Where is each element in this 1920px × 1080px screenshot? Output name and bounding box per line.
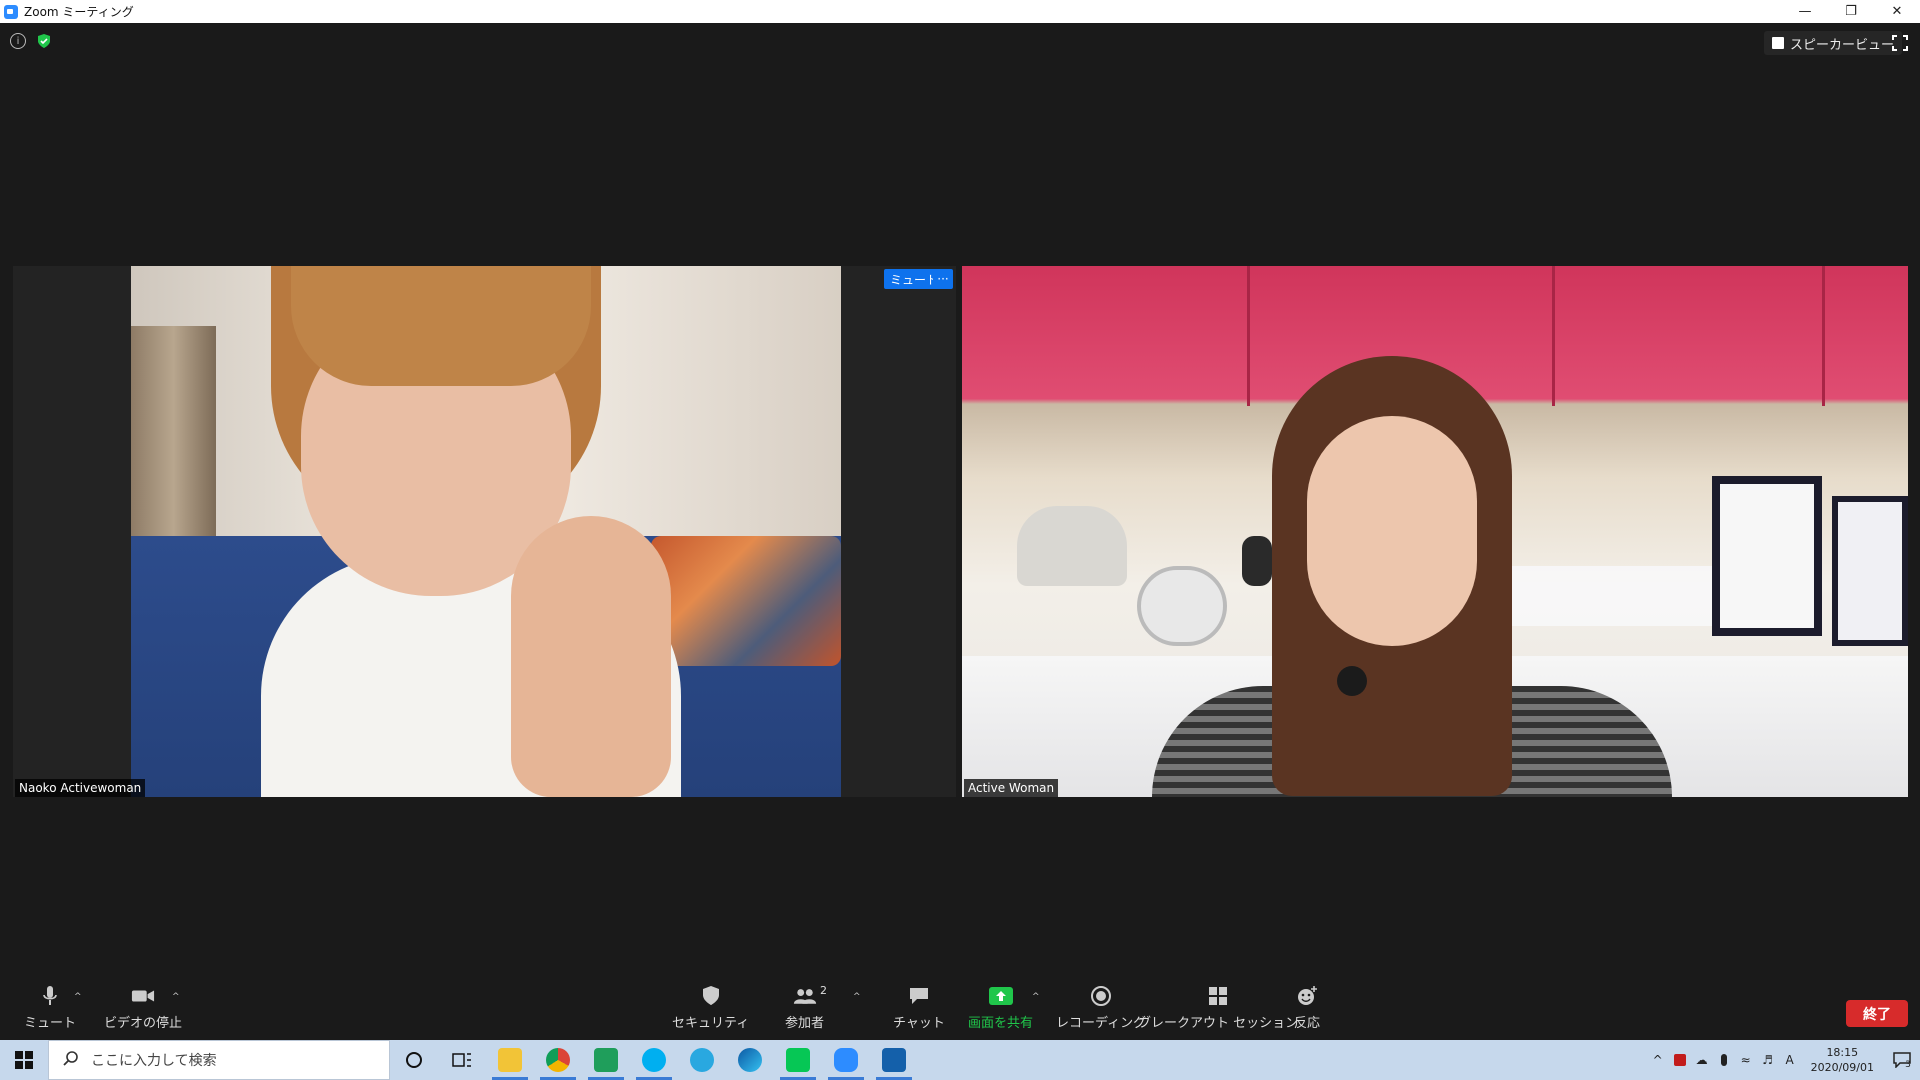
chrome-icon[interactable] — [534, 1040, 582, 1080]
file-explorer-icon[interactable] — [486, 1040, 534, 1080]
meeting-area: i スピーカービュー ミュート ··· Naoko Activewoman Ac… — [0, 23, 1920, 980]
share-screen-label: 画面を共有 — [968, 1016, 1034, 1031]
meeting-info-icons: i — [10, 33, 52, 49]
notification-count: 3 — [1905, 1060, 1911, 1070]
taskbar-clock[interactable]: 18:15 2020/09/01 — [1811, 1045, 1874, 1075]
view-grid-icon — [1772, 37, 1784, 49]
speaker-view-button[interactable]: スピーカービュー — [1764, 31, 1903, 55]
record-label: レコーディング — [1056, 1016, 1147, 1031]
ime-indicator[interactable]: A — [1779, 1040, 1801, 1080]
show-hidden-icons-icon[interactable]: ^ — [1647, 1040, 1669, 1080]
reaction-emoji-icon — [1295, 984, 1319, 1008]
record-icon — [1089, 984, 1113, 1008]
reactions-button[interactable]: 反応 — [1294, 984, 1320, 1031]
share-options-caret-icon[interactable]: ^ — [1032, 992, 1040, 1002]
photos-icon[interactable] — [870, 1040, 918, 1080]
task-view-icon[interactable] — [438, 1040, 486, 1080]
end-meeting-button[interactable]: 終了 — [1846, 1000, 1908, 1027]
share-screen-icon — [988, 984, 1013, 1008]
fullscreen-icon[interactable] — [1892, 35, 1908, 51]
line-icon[interactable] — [774, 1040, 822, 1080]
window-titlebar: Zoom ミーティング — ❐ ✕ — [0, 0, 1920, 23]
search-placeholder: ここに入力して検索 — [91, 1053, 217, 1069]
chat-bubble-icon — [907, 984, 931, 1008]
edge-icon[interactable] — [726, 1040, 774, 1080]
microphone-icon — [38, 984, 62, 1008]
volume-icon[interactable]: ♬ — [1757, 1040, 1779, 1080]
mute-label: ミュート — [24, 1016, 77, 1031]
breakout-rooms-label: ブレークアウト セッション — [1138, 1016, 1299, 1031]
camera-icon — [131, 984, 155, 1008]
video-options-caret-icon[interactable]: ^ — [172, 992, 180, 1002]
speaker-view-label: スピーカービュー — [1790, 37, 1895, 53]
clock-time: 18:15 — [1826, 1046, 1859, 1059]
info-icon[interactable]: i — [10, 33, 26, 49]
participant-more-button[interactable]: ··· — [933, 269, 953, 289]
notification-center-icon[interactable]: 3 — [1884, 1040, 1920, 1080]
participant-name-tag: Naoko Activewoman — [15, 779, 146, 797]
security-button[interactable]: セキュリティ — [672, 984, 749, 1031]
windows-start-icon[interactable] — [0, 1040, 48, 1080]
stop-video-label: ビデオの停止 — [104, 1016, 183, 1031]
security-label: セキュリティ — [672, 1016, 750, 1031]
gift-app-icon[interactable] — [1669, 1040, 1691, 1080]
chat-button[interactable]: チャット — [893, 984, 945, 1031]
mute-button[interactable]: ミュート — [24, 984, 76, 1031]
stop-video-button[interactable]: ビデオの停止 — [104, 984, 182, 1031]
taskbar-search-box[interactable]: ここに入力して検索 — [48, 1040, 390, 1080]
participants-button[interactable]: 参加者 — [785, 984, 824, 1031]
close-icon[interactable]: ✕ — [1874, 0, 1920, 23]
record-button[interactable]: レコーディング — [1056, 984, 1146, 1031]
meeting-toolbar: ミュート ^ ビデオの停止 ^ セキュリティ 参加者 2 ^ チャット 画面を共… — [0, 980, 1920, 1040]
security-shield-icon — [699, 984, 723, 1008]
breakout-rooms-button[interactable]: ブレークアウト セッション — [1138, 984, 1298, 1031]
system-tray: ^ ☁ ≈ ♬ A 18:15 2020/09/01 3 — [1647, 1040, 1920, 1080]
breakout-rooms-icon — [1206, 984, 1230, 1008]
photo-app-icon[interactable] — [582, 1040, 630, 1080]
participant-tile-2[interactable]: Active Woman — [962, 266, 1908, 797]
participant-video-1 — [131, 266, 841, 797]
zoom-taskbar-icon[interactable] — [822, 1040, 870, 1080]
skype-icon[interactable] — [630, 1040, 678, 1080]
participants-icon — [793, 984, 817, 1008]
microphone-tray-icon[interactable] — [1713, 1040, 1735, 1080]
onedrive-cloud-icon[interactable]: ☁ — [1691, 1040, 1713, 1080]
restore-icon[interactable]: ❐ — [1828, 0, 1874, 23]
wifi-icon[interactable]: ≈ — [1735, 1040, 1757, 1080]
chat-label: チャット — [893, 1016, 945, 1031]
participants-label: 参加者 — [785, 1016, 825, 1031]
participants-options-caret-icon[interactable]: ^ — [853, 992, 861, 1002]
clock-date: 2020/09/01 — [1810, 1061, 1874, 1074]
audio-options-caret-icon[interactable]: ^ — [74, 992, 82, 1002]
window-title: Zoom ミーティング — [24, 5, 134, 19]
participant-video-2 — [962, 266, 1908, 797]
search-icon — [63, 1050, 79, 1070]
window-controls: — ❐ ✕ — [1782, 0, 1920, 23]
encryption-shield-icon[interactable] — [36, 33, 52, 49]
cortana-icon[interactable] — [390, 1040, 438, 1080]
zoom-app-icon — [4, 4, 18, 19]
participant-name-tag: Active Woman — [964, 779, 1059, 797]
participants-count: 2 — [820, 984, 827, 997]
reactions-label: 反応 — [1294, 1016, 1321, 1031]
minimize-icon[interactable]: — — [1782, 0, 1828, 23]
participant-tile-1[interactable]: ミュート ··· Naoko Activewoman — [13, 266, 956, 797]
share-screen-button[interactable]: 画面を共有 — [968, 984, 1033, 1031]
internet-explorer-icon[interactable] — [678, 1040, 726, 1080]
windows-taskbar: ここに入力して検索 ^ ☁ ≈ ♬ A 18:15 2020/09/01 3 — [0, 1040, 1920, 1080]
